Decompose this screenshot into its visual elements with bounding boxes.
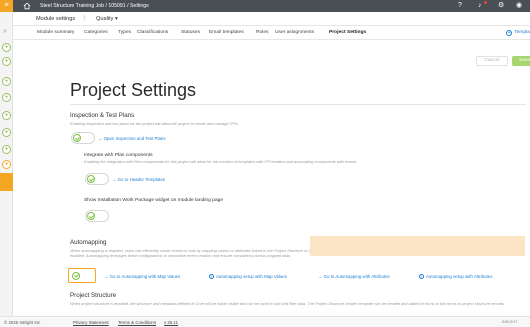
privacy-link[interactable]: Privacy Statement (73, 319, 109, 326)
info-icon: i (419, 274, 424, 279)
toggle-check-icon (72, 271, 80, 280)
tab-types[interactable]: Types (118, 29, 131, 37)
rail-active-item[interactable] (0, 173, 13, 191)
map-values-setup-link[interactable]: i Automapping setup with Map Values (209, 273, 287, 280)
help-icon[interactable]: ? (458, 1, 462, 11)
info-icon: i (209, 274, 214, 279)
breadcrumb[interactable]: Steel Structure Training Job / 105091 / … (40, 2, 149, 10)
inspection-section-title: Inspection & Test Plans (70, 112, 135, 119)
automapping-section-title: Automapping (70, 239, 107, 246)
page-title: Project Settings (70, 80, 197, 100)
attributes-setup-label: Automapping setup with Attributes (426, 274, 493, 279)
templates-link-label: Templa (514, 30, 530, 35)
toggle-check-icon (87, 175, 95, 183)
add-icon: + (506, 30, 513, 36)
templates-link[interactable]: + Templa (506, 29, 530, 37)
cancel-button[interactable]: Cancel (476, 56, 508, 66)
tab-classifications[interactable]: Classifications (137, 29, 168, 37)
settings-icon[interactable]: ⚙ (498, 1, 504, 11)
toggle-check-icon (87, 212, 95, 220)
open-itp-link[interactable]: → Open Inspection and Test Plans (98, 135, 166, 142)
module-settings-row: Module settings 〉 Quality ▾ (13, 12, 530, 26)
plan-components-title: Integrate with Plan components (84, 153, 153, 158)
version-text: v 25.11 (164, 320, 179, 325)
wp-widget-title: Show Installation Work Package widget on… (84, 198, 224, 203)
rail-nav-icon[interactable]: ● (2, 145, 11, 154)
map-values-link[interactable]: → Go to Automapping with Map Values (104, 273, 180, 280)
action-bar: Cancel Save (13, 40, 530, 70)
notification-badge (484, 1, 487, 4)
expand-rail-icon[interactable]: » (3, 28, 7, 35)
attributes-link[interactable]: → Go to Automapping with Attributes (318, 273, 390, 280)
attributes-setup-link[interactable]: i Automapping setup with Attributes (419, 273, 492, 280)
plan-components-toggle[interactable] (85, 173, 109, 185)
breadcrumb-separator: 〉 (83, 16, 89, 22)
plan-components-description: Enabling the integration with Plan compo… (84, 159, 358, 164)
rail-nav-icon[interactable]: ● (2, 77, 11, 86)
tab-categories[interactable]: Categories (84, 29, 108, 37)
rail-nav-icon[interactable]: ● (2, 111, 11, 120)
title-divider (70, 104, 526, 105)
tab-statuses[interactable]: Statuses (181, 29, 200, 37)
rail-nav-icon[interactable]: ● (2, 160, 11, 169)
notifications-icon[interactable]: ♪ (478, 1, 482, 11)
home-icon[interactable] (23, 2, 31, 10)
copyright-text: © 2025 InEight Inc (4, 320, 41, 325)
settings-content: Project Settings Inspection & Test Plans… (13, 70, 530, 316)
tab-module-summary[interactable]: Module summary (37, 29, 75, 37)
footer-brand: INEIGHT (502, 320, 518, 324)
rail-nav-icon[interactable]: ● (2, 93, 11, 102)
tab-project-settings[interactable]: Project Settings (329, 29, 366, 37)
inspection-toggle[interactable] (71, 132, 95, 144)
tab-user-assignments[interactable]: User assignments (275, 29, 314, 37)
project-structure-description: When project structure is enabled, the s… (70, 301, 506, 306)
header-templates-link[interactable]: → Go to Header Templates (112, 176, 165, 183)
save-button[interactable]: Save (512, 56, 530, 66)
map-values-setup-label: Automapping setup with Map Values (216, 274, 287, 279)
toggle-check-icon (73, 134, 81, 142)
module-settings-label[interactable]: Module settings (36, 15, 75, 23)
automapping-toggle[interactable] (68, 268, 96, 283)
top-bar: Steel Structure Training Job / 105091 / … (13, 0, 530, 12)
project-structure-title: Project Structure (70, 292, 117, 299)
footer: © 2025 InEight Inc Privacy Statement Ter… (0, 316, 530, 327)
attributes-highlight-band (310, 236, 525, 256)
tab-bar: Module summary Categories Types Classifi… (13, 26, 530, 40)
rail-nav-icon[interactable]: ● (2, 57, 11, 66)
rail-nav-icon[interactable]: ● (2, 128, 11, 137)
terms-link[interactable]: Terms & Conditions (118, 319, 156, 326)
rail-nav-icon[interactable]: ● (2, 43, 11, 52)
quality-dropdown[interactable]: Quality ▾ (96, 15, 118, 23)
tab-roles[interactable]: Roles (256, 29, 269, 37)
inspection-description: Enabling inspection and test plans for t… (70, 121, 239, 126)
left-rail: ≡ » ● ● ● ● ● ● ● ● (0, 0, 13, 327)
app-menu-icon[interactable]: ≡ (0, 0, 13, 12)
tab-email-templates[interactable]: Email templates (209, 29, 244, 37)
user-icon[interactable]: ◉ (516, 1, 522, 11)
wp-widget-toggle[interactable] (85, 210, 109, 222)
